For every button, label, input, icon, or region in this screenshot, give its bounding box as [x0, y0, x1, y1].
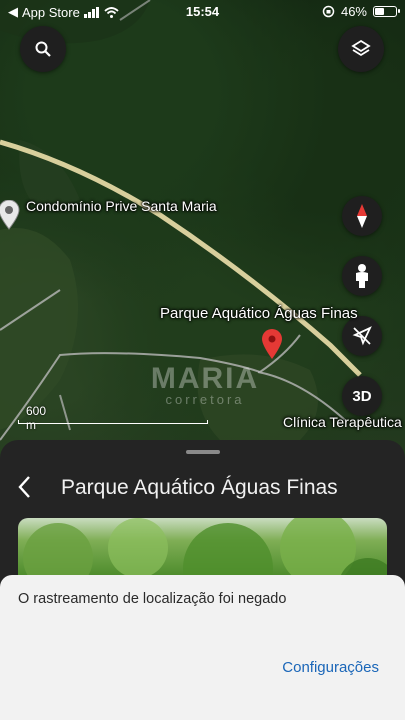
- condominium-label[interactable]: Condomínio Prive Santa Maria: [26, 197, 217, 215]
- home-indicator-area: [0, 705, 405, 720]
- 3d-toggle-button[interactable]: 3D: [342, 376, 382, 416]
- layers-button[interactable]: [338, 26, 384, 72]
- condominium-marker-icon[interactable]: [0, 200, 20, 230]
- selected-place-pin-icon[interactable]: [261, 328, 283, 360]
- clinic-label[interactable]: Clínica Terapêutica: [283, 413, 402, 431]
- location-denied-toast: O rastreamento de localização foi negado…: [0, 575, 405, 705]
- orientation-lock-icon: [322, 5, 335, 18]
- search-button[interactable]: [20, 26, 66, 72]
- battery-icon: [373, 6, 400, 17]
- compass-button[interactable]: [342, 196, 382, 236]
- toast-message: O rastreamento de localização foi negado: [18, 591, 287, 607]
- pegman-icon: [356, 264, 368, 288]
- chevron-left-icon: [18, 476, 30, 498]
- battery-percent: 46%: [340, 4, 367, 19]
- settings-button[interactable]: Configurações: [282, 659, 379, 676]
- scale-label: 600 m: [26, 404, 47, 432]
- status-bar: ◀ App Store 15:54 46%: [0, 0, 405, 24]
- street-view-button[interactable]: [342, 256, 382, 296]
- watermark: MARIA corretora: [135, 362, 275, 407]
- compass-icon: [357, 204, 367, 228]
- watermark-main: MARIA: [150, 362, 260, 395]
- location-disabled-icon: [352, 326, 372, 346]
- map-view[interactable]: ◀ App Store 15:54 46% 3D Condomínio Priv…: [0, 0, 405, 460]
- water-park-label[interactable]: Parque Aquático Águas Finas: [160, 305, 358, 323]
- search-icon: [35, 41, 51, 57]
- place-title: Parque Aquático Águas Finas: [61, 476, 338, 499]
- back-button[interactable]: [14, 474, 36, 500]
- drag-handle[interactable]: [186, 450, 220, 454]
- layers-icon: [351, 39, 371, 57]
- scale-bar: [18, 420, 208, 424]
